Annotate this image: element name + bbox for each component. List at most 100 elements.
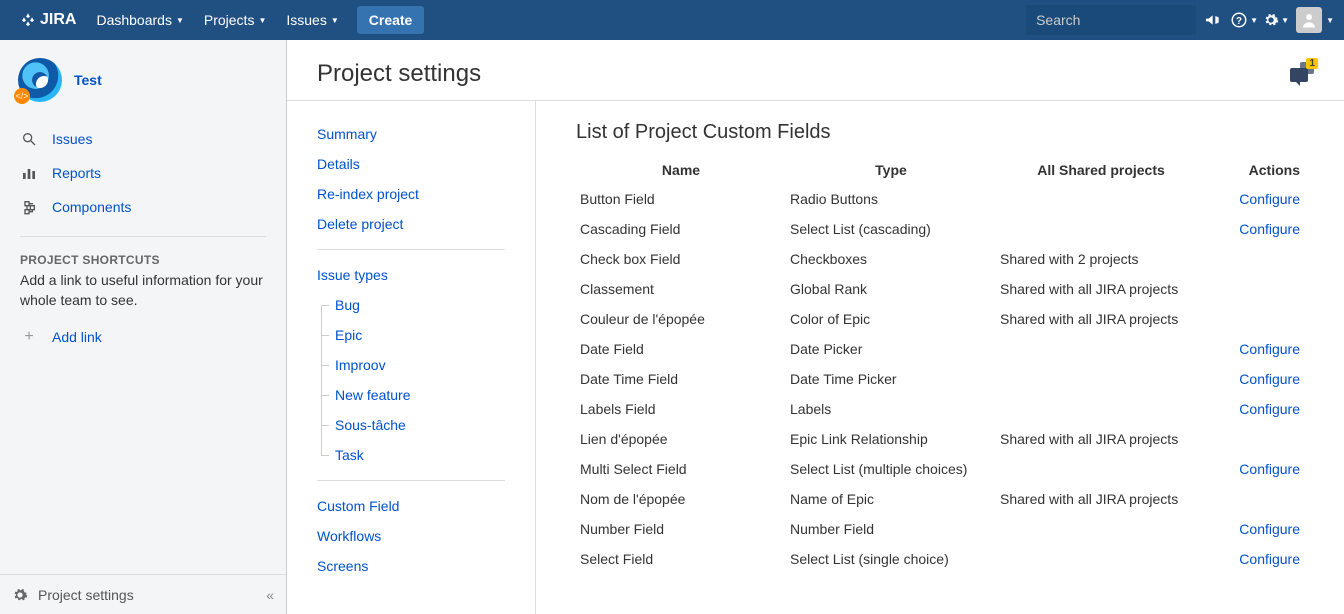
- content-area: List of Project Custom Fields NameTypeAl…: [536, 101, 1344, 614]
- sidebar-item-label: Components: [52, 199, 131, 215]
- nav-projects[interactable]: Projects▼: [194, 0, 277, 40]
- project-avatar-icon: </>: [18, 58, 62, 102]
- settings-nav: SummaryDetailsRe-index projectDelete pro…: [287, 101, 536, 614]
- cell-type: Name of Epic: [786, 484, 996, 514]
- cell-shared: Shared with all JIRA projects: [996, 274, 1206, 304]
- cell-name: Date Field: [576, 334, 786, 364]
- configure-link[interactable]: Configure: [1239, 401, 1300, 417]
- feedback-icon[interactable]: 1: [1290, 62, 1314, 86]
- cell-type: Global Rank: [786, 274, 996, 304]
- table-row: Lien d'épopéeEpic Link RelationshipShare…: [576, 424, 1304, 454]
- sidebar-item-issues[interactable]: Issues: [10, 122, 276, 156]
- nav-issues[interactable]: Issues▼: [276, 0, 348, 40]
- search-box[interactable]: [1026, 5, 1196, 35]
- settings-nav-issuetype-bug[interactable]: Bug: [287, 290, 535, 320]
- cell-shared: [996, 214, 1206, 244]
- cell-shared: [996, 334, 1206, 364]
- gear-icon: [12, 587, 28, 603]
- table-row: Number FieldNumber Field Configure: [576, 514, 1304, 544]
- cell-name: Multi Select Field: [576, 454, 786, 484]
- feedback-count: 1: [1306, 58, 1318, 69]
- column-header: Name: [576, 156, 786, 184]
- cell-actions: [1206, 304, 1304, 334]
- settings-nav-issue-types[interactable]: Issue types: [287, 260, 535, 290]
- settings-nav-delete-project[interactable]: Delete project: [287, 209, 535, 239]
- cell-shared: [996, 184, 1206, 214]
- cell-type: Date Picker: [786, 334, 996, 364]
- sidebar-item-label: Issues: [52, 131, 92, 147]
- search-input[interactable]: [1036, 12, 1217, 28]
- main-area: Project settings 1 SummaryDetailsRe-inde…: [287, 40, 1344, 614]
- table-row: Check box FieldCheckboxesShared with 2 p…: [576, 244, 1304, 274]
- announce-icon[interactable]: [1196, 0, 1228, 40]
- help-icon[interactable]: ? ▼: [1228, 0, 1260, 40]
- settings-icon[interactable]: ▼: [1260, 0, 1292, 40]
- configure-link[interactable]: Configure: [1239, 341, 1300, 357]
- cell-shared: Shared with all JIRA projects: [996, 424, 1206, 454]
- cell-type: Radio Buttons: [786, 184, 996, 214]
- settings-nav-issuetype-sous-tâche[interactable]: Sous-tâche: [287, 410, 535, 440]
- add-link-button[interactable]: + Add link: [10, 320, 276, 354]
- content-heading: List of Project Custom Fields: [576, 121, 1304, 144]
- project-name[interactable]: Test: [74, 72, 102, 88]
- cell-shared: Shared with 2 projects: [996, 244, 1206, 274]
- cell-actions: [1206, 424, 1304, 454]
- settings-nav-issuetype-task[interactable]: Task: [287, 440, 535, 470]
- settings-nav-screens[interactable]: Screens: [287, 551, 535, 581]
- cell-name: Button Field: [576, 184, 786, 214]
- configure-link[interactable]: Configure: [1239, 521, 1300, 537]
- settings-nav-custom-field[interactable]: Custom Field: [287, 491, 535, 521]
- create-button[interactable]: Create: [357, 6, 425, 34]
- cell-name: Lien d'épopée: [576, 424, 786, 454]
- project-header[interactable]: </> Test: [10, 50, 276, 118]
- user-avatar[interactable]: [1296, 7, 1322, 33]
- cell-actions: Configure: [1206, 514, 1304, 544]
- page-title: Project settings: [317, 60, 1290, 88]
- cell-actions: Configure: [1206, 184, 1304, 214]
- settings-nav-issuetype-improov[interactable]: Improov: [287, 350, 535, 380]
- sidebar-footer[interactable]: Project settings «: [0, 574, 286, 614]
- configure-link[interactable]: Configure: [1239, 461, 1300, 477]
- cell-actions: [1206, 484, 1304, 514]
- settings-nav-summary[interactable]: Summary: [287, 119, 535, 149]
- nav-dashboards[interactable]: Dashboards▼: [86, 0, 193, 40]
- cell-name: Number Field: [576, 514, 786, 544]
- settings-nav-workflows[interactable]: Workflows: [287, 521, 535, 551]
- cell-shared: [996, 544, 1206, 574]
- cell-type: Number Field: [786, 514, 996, 544]
- cell-type: Select List (single choice): [786, 544, 996, 574]
- column-header: Actions: [1206, 156, 1304, 184]
- settings-nav-re-index-project[interactable]: Re-index project: [287, 179, 535, 209]
- table-row: Multi Select FieldSelect List (multiple …: [576, 454, 1304, 484]
- cell-actions: Configure: [1206, 454, 1304, 484]
- table-row: Nom de l'épopéeName of EpicShared with a…: [576, 484, 1304, 514]
- sidebar-item-reports[interactable]: Reports: [10, 156, 276, 190]
- table-row: Date Time FieldDate Time PickerConfigure: [576, 364, 1304, 394]
- sidebar-item-components[interactable]: Components: [10, 190, 276, 224]
- jira-logo[interactable]: JIRA: [10, 11, 86, 29]
- sidebar-icon: [20, 130, 38, 148]
- cell-type: Date Time Picker: [786, 364, 996, 394]
- table-row: ClassementGlobal RankShared with all JIR…: [576, 274, 1304, 304]
- configure-link[interactable]: Configure: [1239, 221, 1300, 237]
- cell-name: Cascading Field: [576, 214, 786, 244]
- cell-shared: Shared with all JIRA projects: [996, 304, 1206, 334]
- project-sidebar: </> Test IssuesReportsComponents PROJECT…: [0, 40, 287, 614]
- configure-link[interactable]: Configure: [1239, 191, 1300, 207]
- sidebar-icon: [20, 164, 38, 182]
- column-header: Type: [786, 156, 996, 184]
- settings-nav-details[interactable]: Details: [287, 149, 535, 179]
- sidebar-item-label: Reports: [52, 165, 101, 181]
- cell-name: Select Field: [576, 544, 786, 574]
- configure-link[interactable]: Configure: [1239, 371, 1300, 387]
- collapse-icon[interactable]: «: [266, 587, 274, 603]
- cell-actions: Configure: [1206, 334, 1304, 364]
- cell-actions: Configure: [1206, 394, 1304, 424]
- cell-actions: [1206, 274, 1304, 304]
- configure-link[interactable]: Configure: [1239, 551, 1300, 567]
- cell-shared: [996, 364, 1206, 394]
- jira-logo-icon: [20, 12, 36, 28]
- settings-nav-issuetype-new-feature[interactable]: New feature: [287, 380, 535, 410]
- cell-actions: Configure: [1206, 214, 1304, 244]
- settings-nav-issuetype-epic[interactable]: Epic: [287, 320, 535, 350]
